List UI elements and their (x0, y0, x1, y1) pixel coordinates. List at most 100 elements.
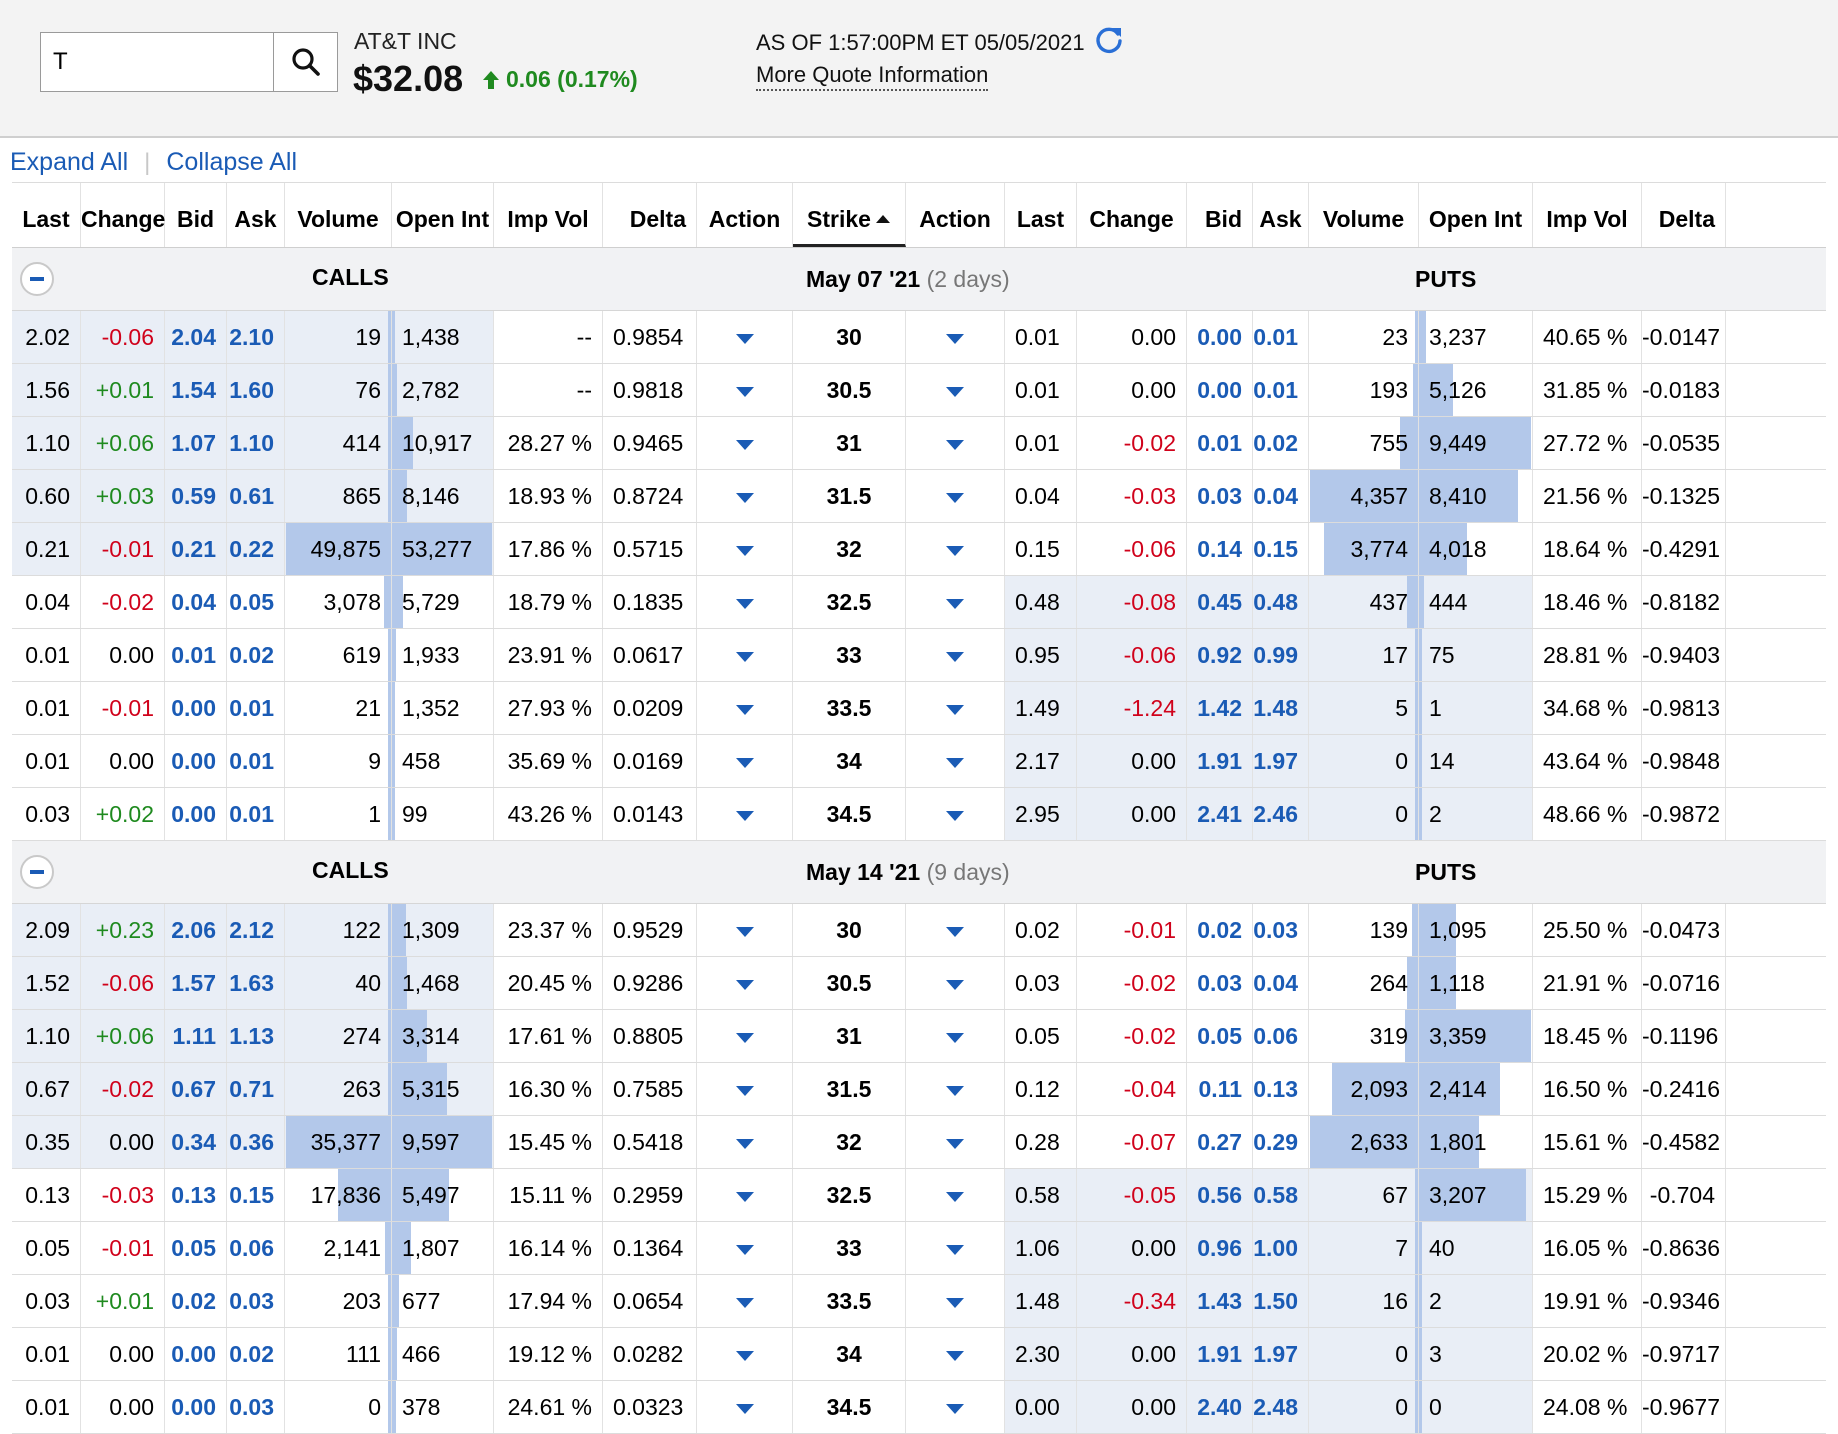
put-bid[interactable]: 0.03 (1187, 470, 1253, 522)
call-ask[interactable]: 1.63 (227, 957, 285, 1009)
put-bid-header[interactable]: Bid (1187, 183, 1253, 247)
put-delta-header[interactable]: Delta (1642, 183, 1726, 247)
put-action-menu[interactable] (906, 629, 1005, 681)
collapse-section-button[interactable] (20, 262, 54, 296)
put-bid[interactable]: 2.41 (1187, 788, 1253, 840)
put-action-menu[interactable] (906, 682, 1005, 734)
call-ask[interactable]: 0.71 (227, 1063, 285, 1115)
put-action-menu[interactable] (906, 364, 1005, 416)
put-ask[interactable]: 0.29 (1253, 1116, 1309, 1168)
call-bid[interactable]: 1.54 (165, 364, 227, 416)
call-bid[interactable]: 0.02 (165, 1275, 227, 1327)
put-bid[interactable]: 0.00 (1187, 364, 1253, 416)
call-ask[interactable]: 2.12 (227, 904, 285, 956)
put-ask[interactable]: 1.50 (1253, 1275, 1309, 1327)
put-action-header[interactable]: Action (906, 183, 1005, 247)
put-ask[interactable]: 1.00 (1253, 1222, 1309, 1274)
put-ask[interactable]: 0.13 (1253, 1063, 1309, 1115)
put-open-int-header[interactable]: Open Int (1419, 183, 1533, 247)
refresh-button[interactable] (1094, 25, 1124, 60)
call-delta-header[interactable]: Delta (603, 183, 697, 247)
put-action-menu[interactable] (906, 735, 1005, 787)
call-bid[interactable]: 2.04 (165, 311, 227, 363)
put-ask[interactable]: 0.48 (1253, 576, 1309, 628)
put-bid[interactable]: 1.91 (1187, 735, 1253, 787)
call-ask[interactable]: 1.10 (227, 417, 285, 469)
call-action-menu[interactable] (697, 576, 793, 628)
call-bid[interactable]: 0.01 (165, 629, 227, 681)
put-imp-vol-header[interactable]: Imp Vol (1533, 183, 1642, 247)
call-action-menu[interactable] (697, 523, 793, 575)
call-ask[interactable]: 0.06 (227, 1222, 285, 1274)
call-ask[interactable]: 2.10 (227, 311, 285, 363)
call-action-menu[interactable] (697, 1063, 793, 1115)
put-bid[interactable]: 0.01 (1187, 417, 1253, 469)
call-action-menu[interactable] (697, 629, 793, 681)
put-action-menu[interactable] (906, 470, 1005, 522)
call-action-header[interactable]: Action (697, 183, 793, 247)
strike-column-header[interactable]: Strike (793, 183, 906, 247)
put-ask-header[interactable]: Ask (1253, 183, 1309, 247)
put-bid[interactable]: 1.91 (1187, 1328, 1253, 1380)
call-ask[interactable]: 0.61 (227, 470, 285, 522)
call-bid[interactable]: 1.07 (165, 417, 227, 469)
put-bid[interactable]: 2.40 (1187, 1381, 1253, 1433)
put-ask[interactable]: 2.48 (1253, 1381, 1309, 1433)
put-bid[interactable]: 0.02 (1187, 904, 1253, 956)
call-ask[interactable]: 1.60 (227, 364, 285, 416)
call-ask[interactable]: 0.02 (227, 629, 285, 681)
put-action-menu[interactable] (906, 788, 1005, 840)
call-action-menu[interactable] (697, 1116, 793, 1168)
put-bid[interactable]: 1.42 (1187, 682, 1253, 734)
call-action-menu[interactable] (697, 1328, 793, 1380)
put-ask[interactable]: 0.01 (1253, 311, 1309, 363)
call-ask[interactable]: 0.22 (227, 523, 285, 575)
put-bid[interactable]: 0.45 (1187, 576, 1253, 628)
put-ask[interactable]: 1.48 (1253, 682, 1309, 734)
put-ask[interactable]: 0.02 (1253, 417, 1309, 469)
call-action-menu[interactable] (697, 1222, 793, 1274)
put-action-menu[interactable] (906, 1010, 1005, 1062)
call-bid[interactable]: 0.04 (165, 576, 227, 628)
call-volume-header[interactable]: Volume (285, 183, 392, 247)
call-action-menu[interactable] (697, 311, 793, 363)
call-action-menu[interactable] (697, 735, 793, 787)
put-bid[interactable]: 0.11 (1187, 1063, 1253, 1115)
call-ask[interactable]: 0.05 (227, 576, 285, 628)
call-action-menu[interactable] (697, 957, 793, 1009)
call-bid[interactable]: 0.05 (165, 1222, 227, 1274)
call-imp-vol-header[interactable]: Imp Vol (494, 183, 603, 247)
call-bid[interactable]: 0.00 (165, 682, 227, 734)
put-ask[interactable]: 2.46 (1253, 788, 1309, 840)
collapse-section-button[interactable] (20, 855, 54, 889)
call-bid[interactable]: 0.00 (165, 788, 227, 840)
call-ask[interactable]: 0.01 (227, 735, 285, 787)
call-bid[interactable]: 0.13 (165, 1169, 227, 1221)
put-action-menu[interactable] (906, 1063, 1005, 1115)
call-bid[interactable]: 2.06 (165, 904, 227, 956)
symbol-input[interactable] (41, 33, 273, 91)
put-bid[interactable]: 0.56 (1187, 1169, 1253, 1221)
call-bid[interactable]: 0.59 (165, 470, 227, 522)
put-ask[interactable]: 1.97 (1253, 1328, 1309, 1380)
put-bid[interactable]: 0.00 (1187, 311, 1253, 363)
expand-all-link[interactable]: Expand All (10, 148, 128, 177)
call-action-menu[interactable] (697, 1010, 793, 1062)
put-change-header[interactable]: Change (1077, 183, 1187, 247)
call-bid[interactable]: 0.00 (165, 1381, 227, 1433)
call-bid[interactable]: 0.00 (165, 735, 227, 787)
put-action-menu[interactable] (906, 957, 1005, 1009)
call-action-menu[interactable] (697, 788, 793, 840)
put-ask[interactable]: 1.97 (1253, 735, 1309, 787)
call-action-menu[interactable] (697, 1275, 793, 1327)
put-action-menu[interactable] (906, 1116, 1005, 1168)
put-action-menu[interactable] (906, 1381, 1005, 1433)
call-last-header[interactable]: Last (12, 183, 81, 247)
more-quote-info-link[interactable]: More Quote Information (756, 62, 989, 91)
call-bid[interactable]: 0.67 (165, 1063, 227, 1115)
call-action-menu[interactable] (697, 1381, 793, 1433)
put-ask[interactable]: 0.03 (1253, 904, 1309, 956)
call-ask[interactable]: 0.15 (227, 1169, 285, 1221)
call-ask[interactable]: 0.03 (227, 1275, 285, 1327)
put-action-menu[interactable] (906, 576, 1005, 628)
